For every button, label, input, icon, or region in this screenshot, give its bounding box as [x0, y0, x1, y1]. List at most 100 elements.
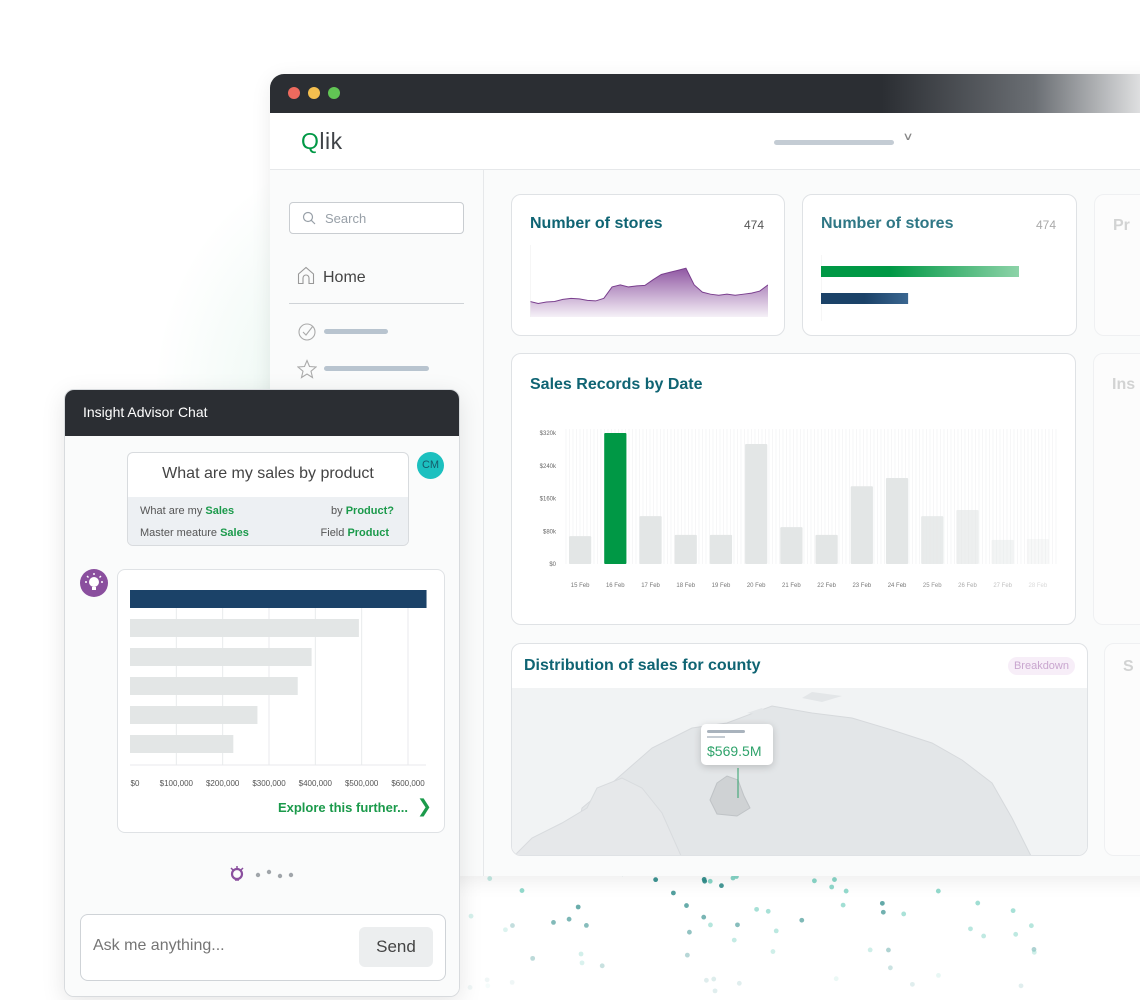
interpretation-dimension: by Product?: [331, 505, 394, 517]
sales-by-date-card[interactable]: Sales Records by Date $0 $80k $160k $240k $3…: [511, 353, 1076, 625]
x-tick-label: $100,000: [160, 779, 194, 788]
map-card[interactable]: Distribution of sales for county Breakdo…: [511, 643, 1088, 856]
search-placeholder: Search: [325, 211, 367, 226]
decorative-dot: [1018, 983, 1024, 989]
chat-input[interactable]: [93, 937, 343, 955]
decorative-dot: [704, 977, 709, 983]
kpi-value: 474: [1035, 218, 1056, 232]
sidebar-item-home[interactable]: Home: [297, 266, 366, 287]
y-tick-label: $160k: [540, 497, 557, 503]
check-circle-icon: [298, 323, 316, 341]
home-label: Home: [323, 269, 366, 286]
decorative-dot: [579, 960, 585, 966]
term: Sales: [205, 505, 235, 517]
term: Product: [347, 527, 389, 539]
send-button[interactable]: Send: [359, 927, 433, 967]
typing-dot: [277, 873, 283, 879]
sparkline-area: [530, 268, 768, 317]
bar-25-feb: [921, 516, 944, 564]
sidebar-item-placeholder: [324, 366, 429, 371]
decorative-dot: [711, 976, 717, 982]
bar-28-feb: [1026, 539, 1049, 564]
y-tick-label: $0: [549, 562, 556, 568]
search-icon: [302, 211, 316, 225]
bar-24-feb: [885, 478, 909, 564]
tooltip-label-placeholder: [707, 736, 725, 738]
decorative-dot: [575, 904, 581, 910]
master-measure: Master meature Sales: [140, 527, 249, 539]
close-window-button[interactable]: [288, 87, 300, 99]
text: by: [331, 505, 346, 517]
product-bar: [130, 677, 298, 695]
decorative-dot: [484, 977, 490, 983]
chat-input-box: Send: [80, 914, 446, 981]
kpi-bar: [821, 266, 1019, 277]
decorative-dot: [519, 888, 525, 893]
decorative-dot: [886, 947, 891, 953]
field: Field Product: [321, 527, 389, 539]
decorative-dot: [708, 922, 713, 928]
decorative-dot: [578, 951, 584, 957]
decorative-dot: [968, 926, 973, 932]
x-tick-label: 28 Feb: [1029, 583, 1048, 589]
typing-dot: [266, 869, 272, 875]
y-tick-label: $80k: [543, 529, 557, 535]
tooltip-label-placeholder: [707, 730, 745, 733]
product-bar: [130, 619, 359, 637]
sidebar-item-favorites[interactable]: [296, 359, 318, 384]
decorative-dot: [936, 973, 941, 978]
y-tick-label: $320k: [540, 431, 557, 437]
card-title: Distribution of sales for county: [524, 657, 761, 674]
sales-by-product-chart[interactable]: $0 $100,000 $200,000 $300,000 $400,000 $500,0…: [118, 570, 446, 795]
kpi-card-bars[interactable]: Number of stores 474: [802, 194, 1077, 336]
insight-advisor-icon: [80, 569, 108, 597]
x-tick-label: $500,000: [345, 779, 379, 788]
lightbulb-icon: [85, 573, 103, 590]
card-title: Sales Records by Date: [530, 376, 703, 393]
x-tick-label: $200,000: [206, 779, 240, 788]
decorative-dot: [812, 878, 817, 884]
decorative-dot: [975, 900, 981, 906]
qlik-logo[interactable]: Qlik: [301, 128, 343, 155]
decorative-dot: [670, 890, 676, 896]
product-bar: [130, 706, 258, 724]
app-header: Qlik ∨: [270, 113, 1140, 170]
x-tick-label: 21 Feb: [782, 583, 801, 589]
breakdown-button[interactable]: Breakdown: [1007, 657, 1075, 675]
kpi-bar: [821, 293, 909, 304]
faded-card: Pr: [1094, 194, 1140, 336]
chat-header: Insight Advisor Chat: [65, 390, 459, 436]
typing-dot: [255, 872, 261, 878]
decorative-dot: [583, 923, 589, 928]
chevron-right-icon[interactable]: ❯: [417, 796, 432, 817]
decorative-dot: [684, 903, 689, 908]
bar-22-feb: [815, 534, 838, 564]
bar-17-feb: [639, 516, 662, 564]
chevron-down-icon[interactable]: ∨: [902, 130, 913, 143]
decorative-dot: [880, 909, 886, 915]
maximize-window-button[interactable]: [328, 87, 340, 99]
bar-18-feb: [674, 534, 697, 564]
decorative-dot: [829, 884, 835, 890]
bar-19-feb: [709, 534, 733, 564]
decorative-dot: [467, 984, 473, 990]
workspace-selector[interactable]: [774, 140, 894, 145]
x-tick-label: 15 Feb: [571, 583, 590, 589]
decorative-dot: [653, 877, 659, 883]
insight-advisor-chat: Insight Advisor Chat What are my sales b…: [64, 389, 460, 997]
search-input[interactable]: Search: [289, 202, 464, 234]
bar-23-feb: [850, 486, 873, 564]
minimize-window-button[interactable]: [308, 87, 320, 99]
decorative-dot: [730, 875, 736, 881]
kpi-card-area[interactable]: Number of stores 474: [511, 194, 785, 336]
decorative-dot: [843, 888, 849, 894]
map[interactable]: [512, 688, 1088, 856]
decorative-dot: [509, 979, 515, 985]
bar-16-feb: [604, 433, 627, 564]
bar-20-feb: [745, 444, 768, 564]
explore-further-link[interactable]: Explore this further...: [278, 800, 408, 815]
kpi-bar-chart: [821, 255, 1019, 321]
sidebar-item-tasks[interactable]: [297, 322, 317, 347]
decorative-dot: [1028, 923, 1034, 929]
decorative-dot: [754, 906, 760, 912]
